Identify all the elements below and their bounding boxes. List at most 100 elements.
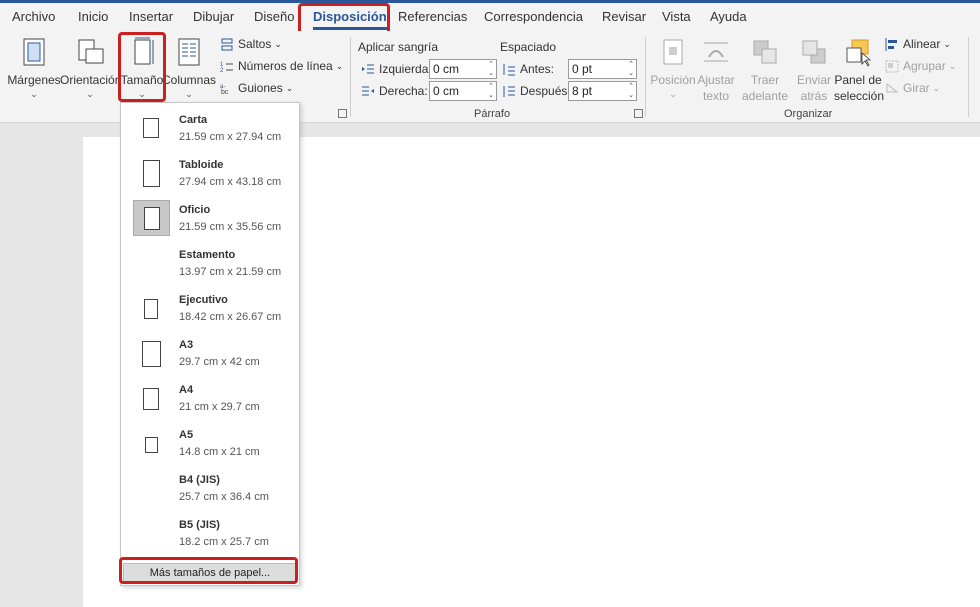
paper-size-dims: 21.59 cm x 35.56 cm bbox=[179, 221, 282, 233]
indent-left-value: 0 cm bbox=[433, 62, 460, 76]
margins-icon bbox=[19, 37, 49, 67]
indent-left-label: Izquierda: bbox=[379, 62, 432, 76]
paper-size-dims: 21 cm x 29.7 cm bbox=[179, 401, 260, 413]
chevron-down-icon: ⌄ bbox=[943, 38, 951, 49]
tab-dibujar[interactable]: Dibujar bbox=[193, 7, 234, 27]
paper-size-name: A3 bbox=[179, 339, 194, 351]
svg-text:2: 2 bbox=[220, 68, 224, 73]
send-backward-label-1: Enviar bbox=[796, 73, 831, 87]
chevron-down-icon: ⌄ bbox=[185, 89, 193, 99]
chevron-down-icon: ⌄ bbox=[285, 82, 294, 93]
hyphenation-icon: a-bc bbox=[220, 82, 234, 96]
paper-size-name: B5 (JIS) bbox=[179, 519, 220, 531]
chevron-down-icon: ⌄ bbox=[932, 82, 941, 93]
spacing-after-input[interactable]: 8 pt ⌃ ⌄ bbox=[568, 81, 637, 101]
arrange-group-label: Organizar bbox=[784, 108, 833, 120]
page-thumbnail-icon bbox=[142, 341, 161, 367]
paper-size-option-estamento[interactable]: Estamento 13.97 cm x 21.59 cm bbox=[122, 241, 298, 286]
paper-size-option-a5[interactable]: A5 14.8 cm x 21 cm bbox=[122, 421, 298, 466]
indent-left-input[interactable]: 0 cm ⌃ ⌄ bbox=[429, 59, 497, 79]
spacing-after-icon bbox=[502, 85, 516, 98]
align-label: Alinear bbox=[903, 37, 941, 51]
send-backward-label-2: atrás bbox=[800, 89, 828, 103]
spacing-before-input[interactable]: 0 pt ⌃ ⌄ bbox=[568, 59, 637, 79]
paper-size-option-tabloide[interactable]: Tabloide 27.94 cm x 43.18 cm bbox=[122, 151, 298, 196]
page-thumbnail-icon bbox=[144, 299, 158, 319]
rotate-button[interactable]: Girar ⌄ bbox=[885, 81, 940, 95]
tab-correspondencia[interactable]: Correspondencia bbox=[484, 7, 583, 27]
selection-pane-button[interactable]: Panel de selección bbox=[834, 37, 884, 103]
spinner-arrows-icon[interactable]: ⌃ ⌄ bbox=[488, 82, 494, 100]
paper-size-option-carta[interactable]: Carta 21.59 cm x 27.94 cm bbox=[122, 106, 298, 151]
tab-insertar[interactable]: Insertar bbox=[129, 7, 173, 27]
paper-size-name: A4 bbox=[179, 384, 194, 396]
tab-diseno[interactable]: Diseño bbox=[254, 7, 294, 27]
rotate-label: Girar bbox=[903, 81, 930, 95]
bring-forward-icon bbox=[750, 37, 780, 67]
line-numbers-label: Números de línea bbox=[238, 59, 333, 73]
align-icon bbox=[885, 37, 899, 51]
paper-size-option-b5[interactable]: B5 (JIS) 18.2 cm x 25.7 cm bbox=[122, 511, 298, 556]
selection-pane-icon bbox=[843, 37, 873, 67]
page-thumbnail-icon bbox=[145, 437, 158, 453]
chevron-down-icon: ⌄ bbox=[86, 89, 94, 99]
orientation-button[interactable]: Orientación ⌄ bbox=[60, 37, 121, 100]
wrap-text-icon bbox=[701, 37, 731, 67]
paper-size-dims: 21.59 cm x 27.94 cm bbox=[179, 131, 282, 143]
orientation-icon bbox=[75, 37, 105, 67]
wrap-text-button[interactable]: Ajustar texto bbox=[694, 37, 738, 103]
size-button-highlight-box bbox=[118, 32, 166, 102]
send-backward-button[interactable]: Enviar atrás bbox=[792, 37, 836, 103]
ribbon-tab-bar: Archivo Inicio Insertar Dibujar Diseño D… bbox=[0, 3, 980, 31]
group-button[interactable]: Agrupar ⌄ bbox=[885, 59, 956, 73]
rotate-icon bbox=[885, 82, 899, 95]
line-numbers-button[interactable]: 12 Números de línea ⌄ bbox=[220, 59, 343, 74]
page-thumbnail-icon bbox=[143, 118, 159, 138]
tab-vista[interactable]: Vista bbox=[662, 7, 691, 27]
indent-left-icon bbox=[361, 63, 375, 76]
paper-size-name: Ejecutivo bbox=[179, 294, 228, 306]
spinner-arrows-icon[interactable]: ⌃ ⌄ bbox=[628, 60, 634, 78]
paper-size-option-ejecutivo[interactable]: Ejecutivo 18.42 cm x 26.67 cm bbox=[122, 286, 298, 331]
tab-inicio[interactable]: Inicio bbox=[78, 7, 108, 27]
tab-archivo[interactable]: Archivo bbox=[12, 7, 55, 27]
bring-forward-button[interactable]: Traer adelante bbox=[738, 37, 792, 103]
selection-pane-label-1: Panel de bbox=[834, 73, 882, 87]
spacing-before-icon bbox=[502, 63, 516, 76]
spinner-arrows-icon[interactable]: ⌃ ⌄ bbox=[628, 82, 634, 100]
indent-left-row: Izquierda: bbox=[361, 62, 432, 76]
bring-forward-label-1: Traer bbox=[750, 73, 780, 87]
page-setup-launcher[interactable] bbox=[338, 109, 347, 118]
paper-size-dims: 25.7 cm x 36.4 cm bbox=[179, 491, 269, 503]
spinner-arrows-icon[interactable]: ⌃ ⌄ bbox=[488, 60, 494, 78]
margins-label: Márgenes bbox=[7, 73, 61, 87]
wrap-text-label-1: Ajustar bbox=[697, 73, 735, 87]
hyphenation-label: Guiones bbox=[238, 81, 283, 95]
tab-ayuda[interactable]: Ayuda bbox=[710, 7, 747, 27]
hyphenation-button[interactable]: a-bc Guiones ⌄ bbox=[220, 81, 294, 96]
margins-button[interactable]: Márgenes ⌄ bbox=[6, 37, 62, 100]
columns-button[interactable]: Columnas ⌄ bbox=[162, 37, 216, 100]
position-button[interactable]: Posición ⌄ bbox=[650, 37, 696, 100]
paper-size-option-a4[interactable]: A4 21 cm x 29.7 cm bbox=[122, 376, 298, 421]
paper-size-dims: 18.2 cm x 25.7 cm bbox=[179, 536, 269, 548]
indent-right-input[interactable]: 0 cm ⌃ ⌄ bbox=[429, 81, 497, 101]
paragraph-group-label: Párrafo bbox=[474, 108, 511, 120]
breaks-button[interactable]: Saltos ⌄ bbox=[220, 37, 282, 51]
paper-size-name: Carta bbox=[179, 114, 208, 126]
position-icon bbox=[658, 37, 688, 67]
paper-size-option-oficio[interactable]: Oficio 21.59 cm x 35.56 cm bbox=[122, 196, 298, 241]
paragraph-launcher[interactable] bbox=[634, 109, 643, 118]
page-thumbnail-icon bbox=[143, 388, 159, 410]
paper-size-dims: 13.97 cm x 21.59 cm bbox=[179, 266, 282, 278]
group-separator bbox=[350, 37, 351, 117]
align-button[interactable]: Alinear ⌄ bbox=[885, 37, 951, 51]
tab-referencias[interactable]: Referencias bbox=[398, 7, 467, 27]
tab-revisar[interactable]: Revisar bbox=[602, 7, 646, 27]
spacing-after-value: 8 pt bbox=[572, 84, 593, 98]
paper-size-dims: 18.42 cm x 26.67 cm bbox=[179, 311, 282, 323]
paper-size-option-b4[interactable]: B4 (JIS) 25.7 cm x 36.4 cm bbox=[122, 466, 298, 511]
paper-size-option-a3[interactable]: A3 29.7 cm x 42 cm bbox=[122, 331, 298, 376]
spacing-before-row: Antes: bbox=[502, 62, 554, 76]
indent-right-icon bbox=[361, 85, 375, 98]
